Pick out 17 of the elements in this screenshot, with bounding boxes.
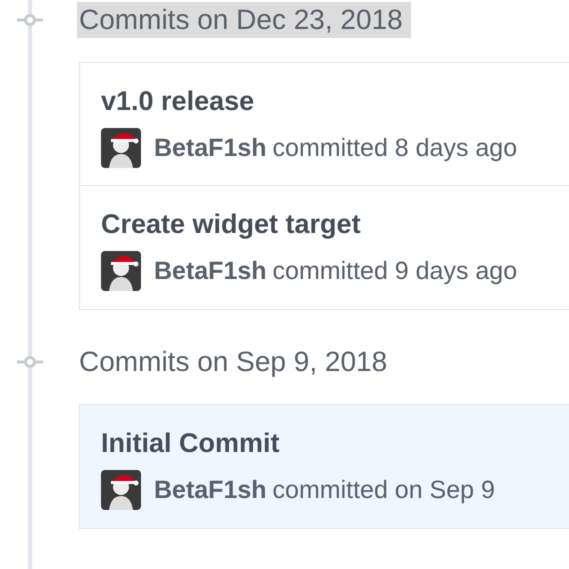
commit-title[interactable]: Initial Commit xyxy=(101,427,280,459)
commit-title[interactable]: Create widget target xyxy=(101,208,361,240)
author-link[interactable]: BetaF1sh xyxy=(154,476,267,504)
commit-row[interactable]: Initial Commit BetaF1sh committed on Sep 9 xyxy=(80,405,569,528)
commit-time: committed 8 days ago xyxy=(272,134,518,162)
commit-time: committed on Sep 9 xyxy=(272,476,495,504)
date-heading: Commits on Dec 23, 2018 xyxy=(77,2,411,38)
avatar-icon[interactable] xyxy=(101,251,141,291)
commit-node-icon xyxy=(17,355,43,369)
author-link[interactable]: BetaF1sh xyxy=(154,134,267,162)
commit-node-icon xyxy=(17,13,43,27)
commit-time: committed 9 days ago xyxy=(272,256,518,286)
author-link[interactable]: BetaF1sh xyxy=(154,256,267,286)
avatar-icon[interactable] xyxy=(101,128,141,168)
commit-title[interactable]: v1.0 release xyxy=(101,85,254,117)
avatar-icon[interactable] xyxy=(101,470,141,510)
date-heading: Commits on Sep 9, 2018 xyxy=(78,345,388,379)
